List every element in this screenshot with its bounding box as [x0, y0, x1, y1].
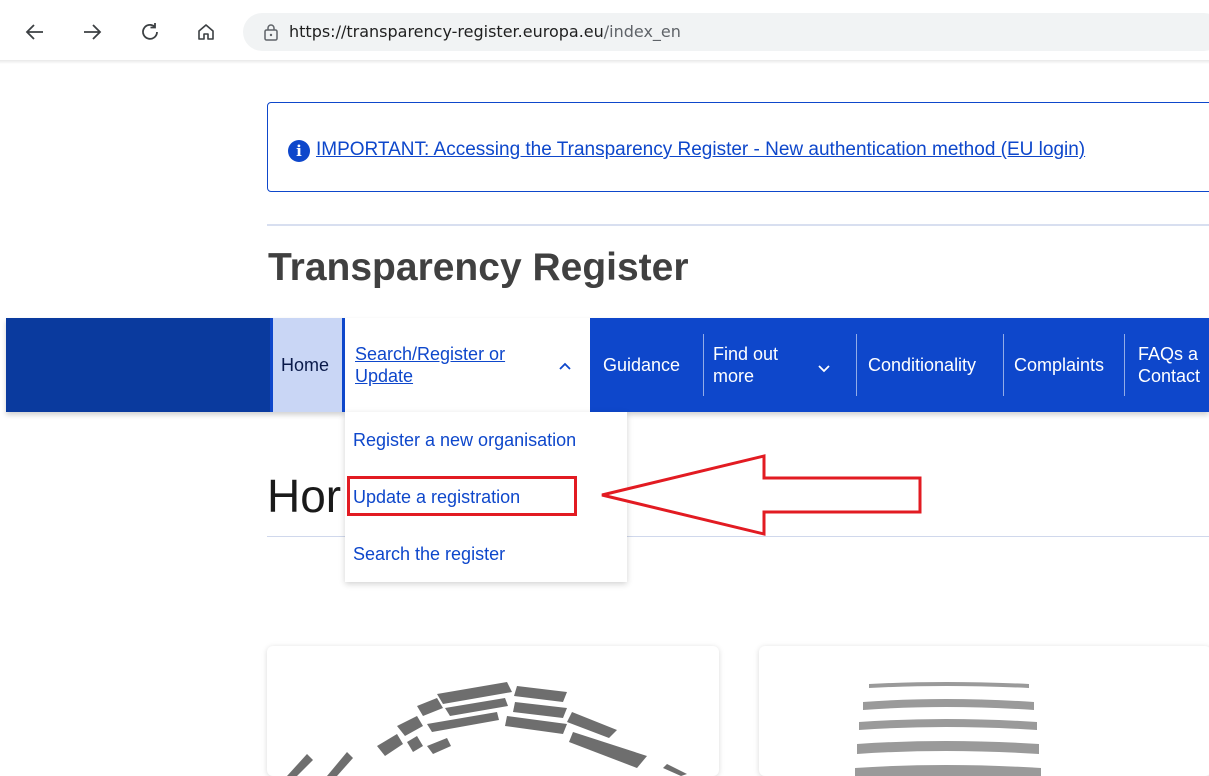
nav-find-label: Find out more — [713, 344, 779, 386]
browser-toolbar: https://transparency-register.europa.eu/… — [0, 0, 1209, 64]
parliament-hemicycle-icon — [287, 682, 687, 776]
nav-find-out-more[interactable]: Find out more — [713, 318, 853, 412]
url-text: https://transparency-register.europa.eu/… — [289, 22, 681, 41]
nav-home-label: Home — [281, 354, 330, 375]
annotation-highlight-box — [347, 476, 577, 516]
important-notice: i IMPORTANT: Accessing the Transparency … — [267, 102, 1209, 192]
menu-item-search-register[interactable]: Search the register — [353, 544, 505, 565]
nav-divider — [1003, 334, 1004, 396]
home-icon[interactable] — [192, 18, 220, 46]
address-bar[interactable]: https://transparency-register.europa.eu/… — [243, 13, 1209, 51]
nav-conditionality-label: Conditionality — [868, 354, 977, 375]
toolbar-divider — [0, 60, 1209, 64]
chevron-up-icon — [558, 355, 572, 376]
nav-guidance-label: Guidance — [603, 354, 681, 375]
notice-link[interactable]: IMPORTANT: Accessing the Transparency Re… — [316, 139, 1085, 161]
menu-item-register-new[interactable]: Register a new organisation — [353, 430, 576, 451]
info-icon: i — [288, 140, 310, 162]
council-stripes-icon — [855, 682, 1041, 776]
title-separator — [267, 224, 1209, 226]
nav-guidance[interactable]: Guidance — [603, 318, 680, 412]
card-council-eu[interactable] — [759, 646, 1209, 776]
nav-search-label: Search/Register or Update — [355, 344, 506, 386]
page-heading: Hor — [267, 470, 342, 522]
card-european-parliament[interactable] — [267, 646, 719, 776]
chevron-down-icon — [817, 358, 831, 379]
nav-divider — [703, 334, 704, 396]
forward-arrow-icon[interactable] — [78, 18, 106, 46]
nav-search-register-update[interactable]: Search/Register or Update — [342, 318, 590, 412]
nav-left-band — [6, 318, 270, 412]
nav-conditionality[interactable]: Conditionality — [868, 318, 976, 412]
nav-divider — [1124, 334, 1125, 396]
nav-divider — [856, 334, 857, 396]
nav-faqs-label: FAQs a Contact — [1138, 344, 1201, 386]
site-info-icon[interactable] — [263, 23, 279, 46]
reload-icon[interactable] — [136, 18, 164, 46]
site-title: Transparency Register — [268, 246, 689, 289]
annotation-arrow-icon — [601, 454, 922, 536]
nav-complaints-label: Complaints — [1014, 354, 1105, 375]
back-arrow-icon[interactable] — [21, 18, 49, 46]
nav-complaints[interactable]: Complaints — [1014, 318, 1104, 412]
nav-faqs-contact[interactable]: FAQs a Contact — [1138, 318, 1200, 412]
nav-home[interactable]: Home — [270, 318, 342, 412]
main-nav: Home Search/Register or Update Guidance … — [6, 318, 1209, 412]
